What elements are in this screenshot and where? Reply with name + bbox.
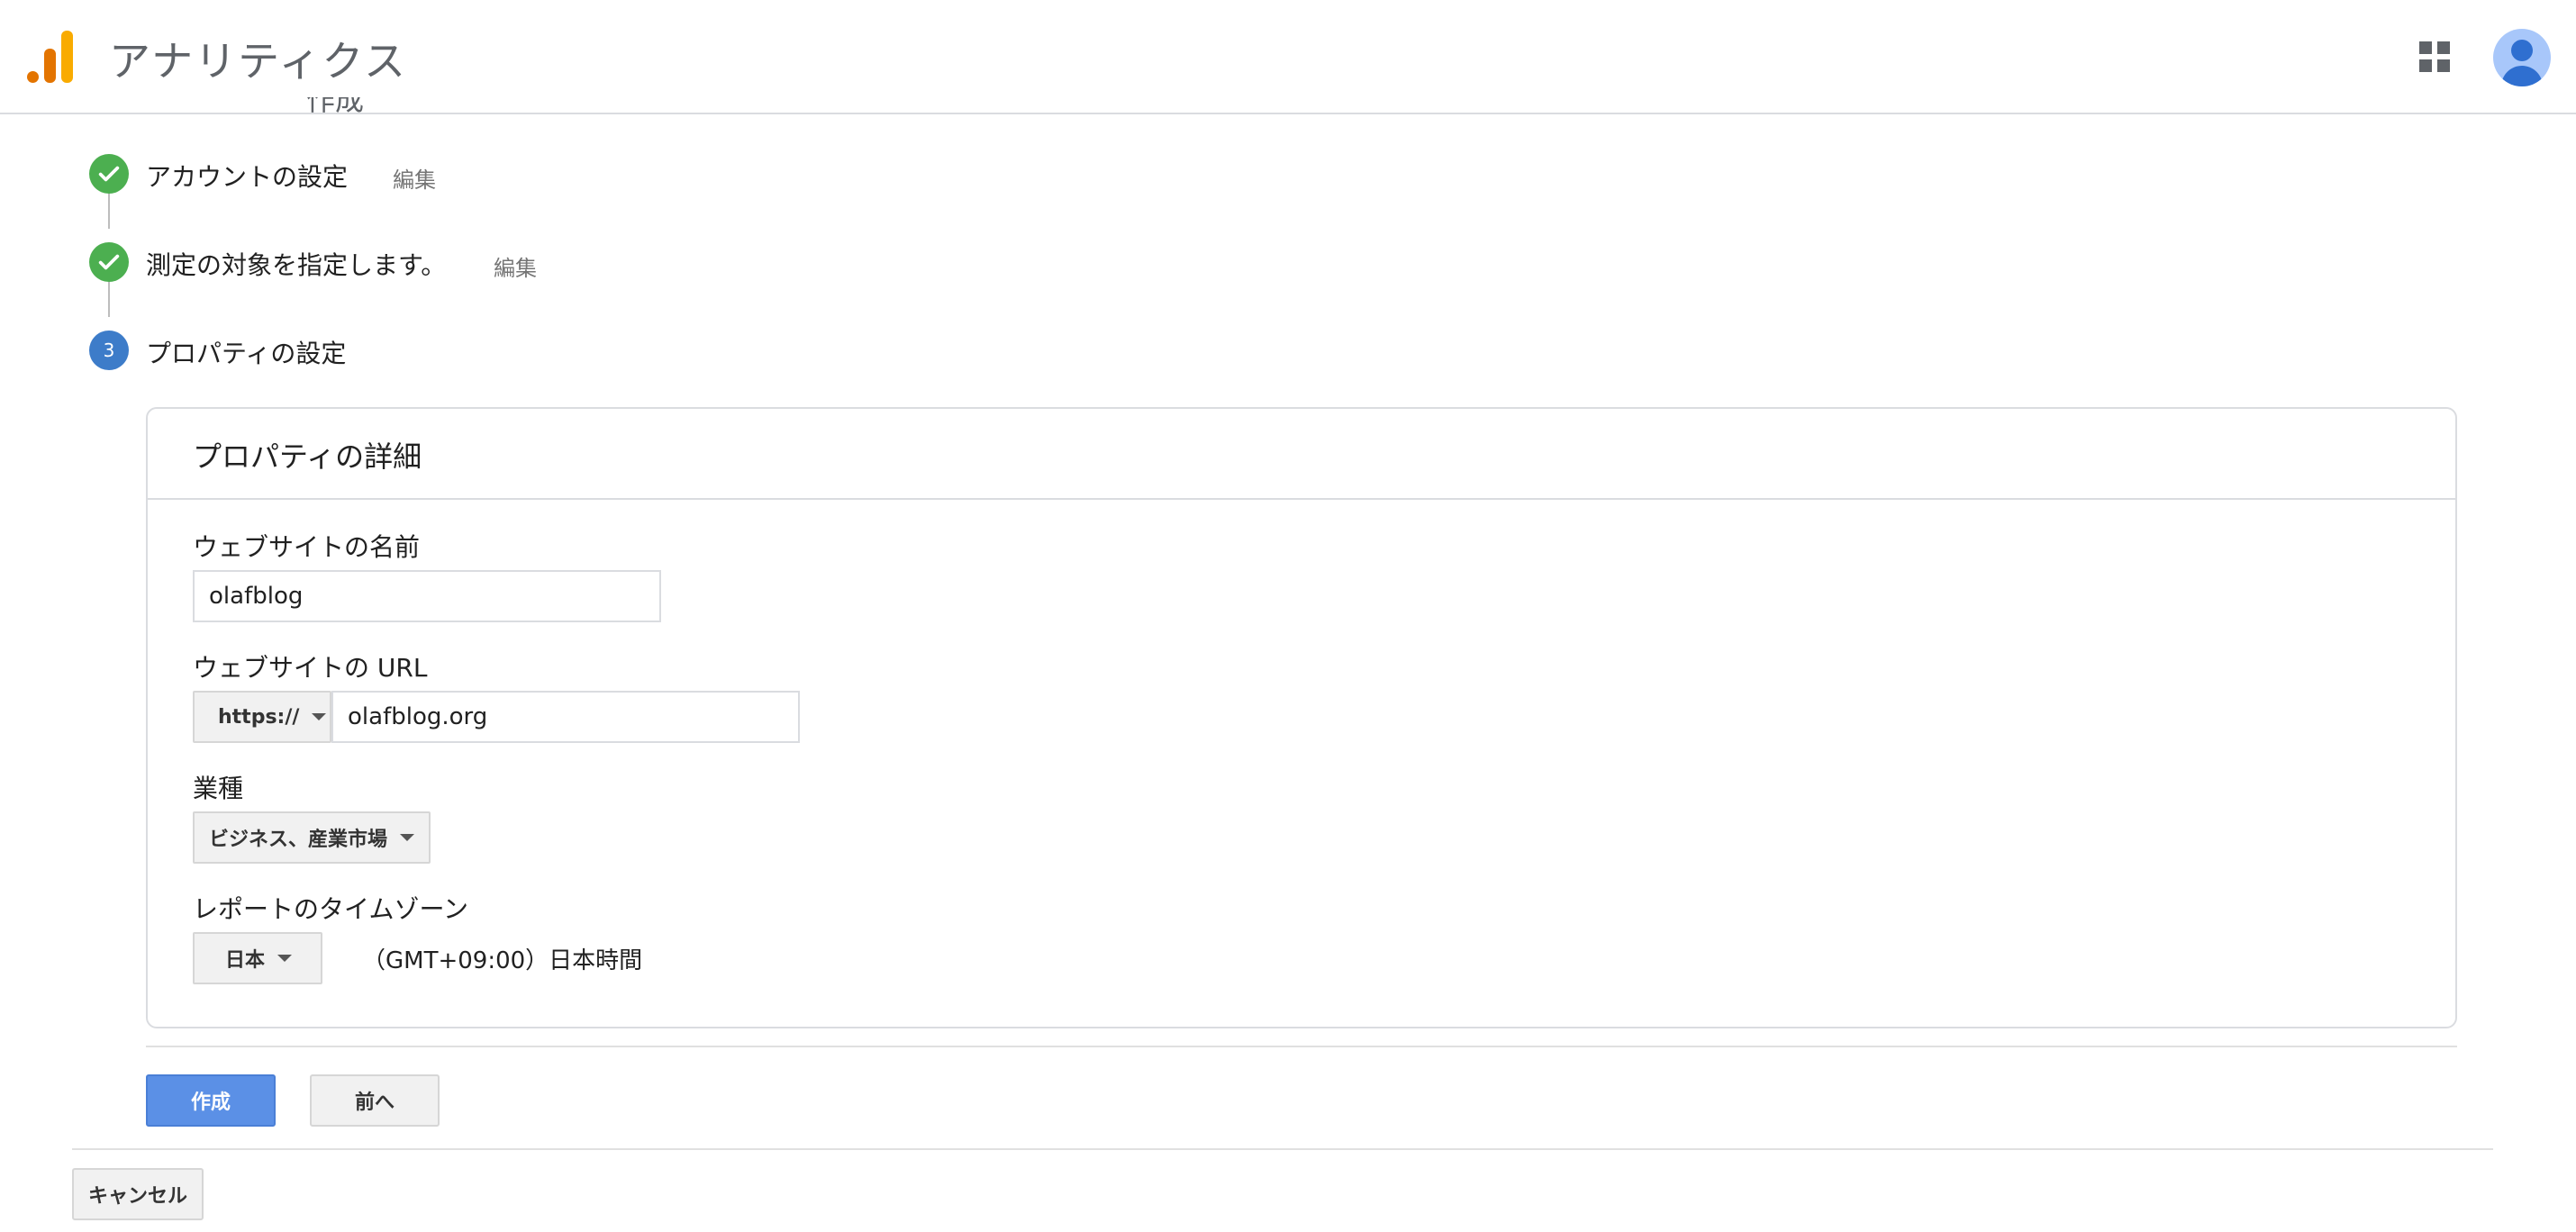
step-2-edit-link[interactable]: 編集 — [494, 250, 537, 282]
timezone-country-value: 日本 — [225, 949, 266, 972]
card-header: プロパティの詳細 — [148, 409, 2455, 500]
step-3-label: プロパティの設定 — [146, 339, 347, 368]
website-url-input[interactable]: olafblog.org — [331, 691, 800, 743]
clipped-heading: 作成 — [306, 97, 365, 115]
step-2-label: 測定の対象を指定します。 — [146, 250, 447, 280]
analytics-logo-icon[interactable] — [27, 31, 74, 83]
industry-value: ビジネス、産業市場 — [209, 829, 388, 851]
website-name-label: ウェブサイトの名前 — [193, 532, 421, 562]
divider — [72, 1148, 2493, 1150]
create-button[interactable]: 作成 — [146, 1074, 276, 1127]
cancel-button[interactable]: キャンセル — [72, 1168, 204, 1220]
website-url-label: ウェブサイトの URL — [193, 653, 428, 683]
industry-label: 業種 — [193, 774, 244, 803]
chevron-down-icon — [277, 955, 293, 962]
step-1-complete-check-icon — [89, 154, 129, 194]
step-1-label: アカウントの設定 — [146, 162, 349, 192]
step-2-complete-check-icon — [89, 242, 129, 282]
chevron-down-icon — [312, 713, 327, 720]
step-connector — [108, 193, 110, 229]
protocol-value: https:// — [218, 705, 300, 729]
chevron-down-icon — [400, 834, 415, 841]
step-1-edit-link[interactable]: 編集 — [393, 162, 436, 194]
app-header: アナリティクス — [0, 0, 2576, 114]
website-name-input[interactable]: olafblog — [193, 570, 661, 622]
timezone-country-dropdown[interactable]: 日本 — [193, 932, 322, 984]
account-avatar-icon[interactable] — [2493, 29, 2551, 86]
step-3-number-badge: 3 — [89, 331, 129, 370]
industry-dropdown[interactable]: ビジネス、産業市場 — [193, 811, 431, 864]
apps-grid-icon[interactable] — [2419, 41, 2450, 72]
property-details-card: プロパティの詳細 ウェブサイトの名前 olafblog ウェブサイトの URL … — [146, 407, 2457, 1028]
timezone-label: レポートのタイムゾーン — [193, 894, 469, 924]
protocol-dropdown[interactable]: https:// — [193, 691, 331, 743]
app-title[interactable]: アナリティクス — [109, 29, 407, 88]
timezone-zone-text: （GMT+09:00）日本時間 — [362, 947, 643, 974]
card-title: プロパティの詳細 — [193, 439, 422, 474]
previous-button[interactable]: 前へ — [310, 1074, 440, 1127]
divider — [146, 1046, 2457, 1047]
step-connector — [108, 281, 110, 317]
